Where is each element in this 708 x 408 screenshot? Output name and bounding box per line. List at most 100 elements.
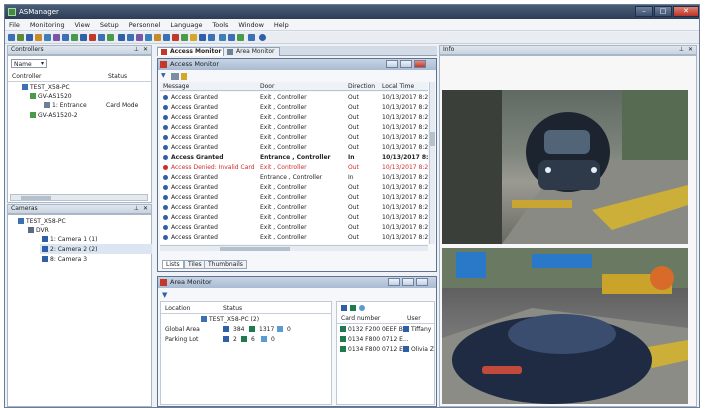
panel-close-icon[interactable]: ✕ — [143, 46, 148, 54]
list-view-icon[interactable] — [341, 305, 347, 311]
table-row[interactable]: Access Granted Exit , Controller Out 10/13/… — [160, 122, 428, 132]
card-view-icon[interactable] — [350, 305, 356, 311]
table-row[interactable]: Access Denied: Invalid Card Exit , Contro… — [160, 162, 428, 172]
panel-close-icon[interactable]: ✕ — [143, 205, 148, 213]
toolbar-camera-icon[interactable] — [71, 34, 78, 41]
table-row[interactable]: Access Granted Exit , Controller Out 10/13/… — [160, 222, 428, 232]
maximize-button[interactable] — [402, 278, 414, 286]
toolbar-area-icon[interactable] — [98, 34, 105, 41]
column-header-direction[interactable]: Direction — [348, 83, 375, 90]
maximize-button[interactable]: □ — [654, 6, 672, 17]
column-header-message[interactable]: Message — [163, 83, 189, 90]
tab-access-monitor[interactable]: Access Monitor — [157, 47, 227, 56]
tab-thumbnails[interactable]: Thumbnails — [204, 260, 247, 269]
toolbar-monitor-icon[interactable] — [80, 34, 87, 41]
close-button[interactable] — [416, 278, 428, 286]
table-row[interactable]: Access Granted Entrance , Controller In 10/… — [160, 152, 428, 162]
toolbar-controller-icon[interactable] — [127, 34, 134, 41]
area-pc-label[interactable]: TEST_X58-PC (2) — [209, 316, 259, 323]
toolbar-network-icon[interactable] — [118, 34, 125, 41]
toolbar-event-icon[interactable] — [145, 34, 152, 41]
settings-icon[interactable] — [171, 73, 179, 80]
card-number[interactable]: 0134 F800 0712 E... — [348, 346, 409, 353]
panel-close-icon[interactable]: ✕ — [688, 46, 693, 54]
controllers-filter-select[interactable]: Name ▾ — [11, 59, 47, 68]
minimize-button[interactable] — [386, 60, 398, 68]
toolbar-window-icon[interactable] — [199, 34, 206, 41]
toolbar-user-icon[interactable] — [26, 34, 33, 41]
menu-language[interactable]: Language — [166, 19, 206, 29]
table-row[interactable]: Access Granted Exit , Controller Out 10/13/… — [160, 112, 428, 122]
toolbar-play-icon[interactable] — [181, 34, 188, 41]
card-number[interactable]: 0132 F200 0EEF B... — [348, 326, 409, 333]
camera-view-1[interactable] — [442, 90, 688, 244]
camera-tree-item[interactable]: 8: Camera 3 — [50, 256, 87, 263]
menu-monitoring[interactable]: Monitoring — [26, 19, 69, 29]
table-row[interactable]: Access Granted Exit , Controller Out 10/13/… — [160, 192, 428, 202]
camera-view-2[interactable] — [442, 248, 688, 404]
horizontal-scrollbar[interactable] — [10, 194, 148, 201]
controller-tree-item[interactable]: TEST_X58-PC — [30, 84, 70, 91]
toolbar-door-icon[interactable] — [44, 34, 51, 41]
card-number[interactable]: 0134 F800 0712 E... — [348, 336, 409, 343]
area-name[interactable]: Global Area — [165, 326, 200, 333]
toolbar-video-icon[interactable] — [237, 34, 244, 41]
controller-tree-item[interactable]: GV-AS1520-2 — [38, 112, 78, 119]
toolbar-save-icon[interactable] — [17, 34, 24, 41]
toolbar-log-icon[interactable] — [136, 34, 143, 41]
toolbar-open-icon[interactable] — [8, 34, 15, 41]
table-row[interactable]: Access Granted Exit , Controller Out 10/13/… — [160, 142, 428, 152]
toolbar-star-icon[interactable] — [190, 34, 197, 41]
table-row[interactable]: Access Granted Exit , Controller Out 10/13/… — [160, 232, 428, 242]
table-row[interactable]: Access Granted Entrance , Controller In 10/… — [160, 172, 428, 182]
camera-tree-item[interactable]: 1: Camera 1 (1) — [50, 236, 97, 243]
table-row[interactable]: Access Granted Exit , Controller Out 10/13/… — [160, 202, 428, 212]
column-header-door[interactable]: Door — [260, 83, 274, 90]
toolbar-key-icon[interactable] — [154, 34, 161, 41]
column-header-time[interactable]: Local Time — [382, 83, 414, 90]
toolbar-map-icon[interactable] — [107, 34, 114, 41]
toolbar-settings-icon[interactable] — [248, 34, 255, 41]
table-row[interactable]: Access Granted Exit , Controller Out 10/13/… — [160, 182, 428, 192]
menu-window[interactable]: Window — [234, 19, 268, 29]
people-icon[interactable] — [359, 305, 365, 311]
menu-help[interactable]: Help — [270, 19, 293, 29]
tab-area-monitor[interactable]: Area Monitor — [223, 47, 280, 56]
pin-icon[interactable]: ⊥ — [134, 205, 139, 213]
toolbar-stop-icon[interactable] — [172, 34, 179, 41]
scrollbar-thumb[interactable] — [220, 247, 290, 251]
toolbar-lock-icon[interactable] — [163, 34, 170, 41]
area-name[interactable]: Parking Lot — [165, 336, 198, 343]
toolbar-report-icon[interactable] — [62, 34, 69, 41]
menu-file[interactable]: File — [5, 19, 24, 29]
menu-personnel[interactable]: Personnel — [125, 19, 165, 29]
horizontal-scrollbar[interactable] — [160, 245, 428, 251]
vertical-scrollbar[interactable] — [429, 82, 435, 244]
table-row[interactable]: Access Granted Exit , Controller Out 10/13/… — [160, 132, 428, 142]
minimize-button[interactable] — [388, 278, 400, 286]
filter-icon[interactable]: ▼ — [161, 72, 166, 79]
maximize-button[interactable] — [400, 60, 412, 68]
table-row[interactable]: Access Granted Exit , Controller Out 10/13/… — [160, 212, 428, 222]
camera-tree-item[interactable]: TEST_X58-PC — [26, 218, 66, 225]
camera-tree-item[interactable]: 2: Camera 2 (2) — [50, 246, 97, 253]
pin-icon[interactable]: ⊥ — [134, 46, 139, 54]
toolbar-alarm-icon[interactable] — [89, 34, 96, 41]
menu-tools[interactable]: Tools — [208, 19, 232, 29]
toolbar-screen-icon[interactable] — [219, 34, 226, 41]
toolbar-grid-icon[interactable] — [228, 34, 235, 41]
menu-view[interactable]: View — [71, 19, 94, 29]
menu-setup[interactable]: Setup — [96, 19, 123, 29]
scrollbar-thumb[interactable] — [430, 132, 435, 146]
table-row[interactable]: Access Granted Exit , Controller Out 10/13/… — [160, 92, 428, 102]
tab-lists[interactable]: Lists — [162, 260, 184, 269]
filter-icon[interactable]: ▼ — [162, 291, 167, 299]
toolbar-layout-icon[interactable] — [208, 34, 215, 41]
toolbar-help-icon[interactable] — [259, 34, 266, 41]
close-button[interactable] — [414, 60, 426, 68]
scrollbar-thumb[interactable] — [21, 196, 51, 200]
minimize-button[interactable]: – — [635, 6, 653, 17]
controller-tree-item[interactable]: GV-AS1520 — [38, 93, 72, 100]
pin-icon[interactable]: ⊥ — [679, 46, 684, 54]
toolbar-card-icon[interactable] — [35, 34, 42, 41]
